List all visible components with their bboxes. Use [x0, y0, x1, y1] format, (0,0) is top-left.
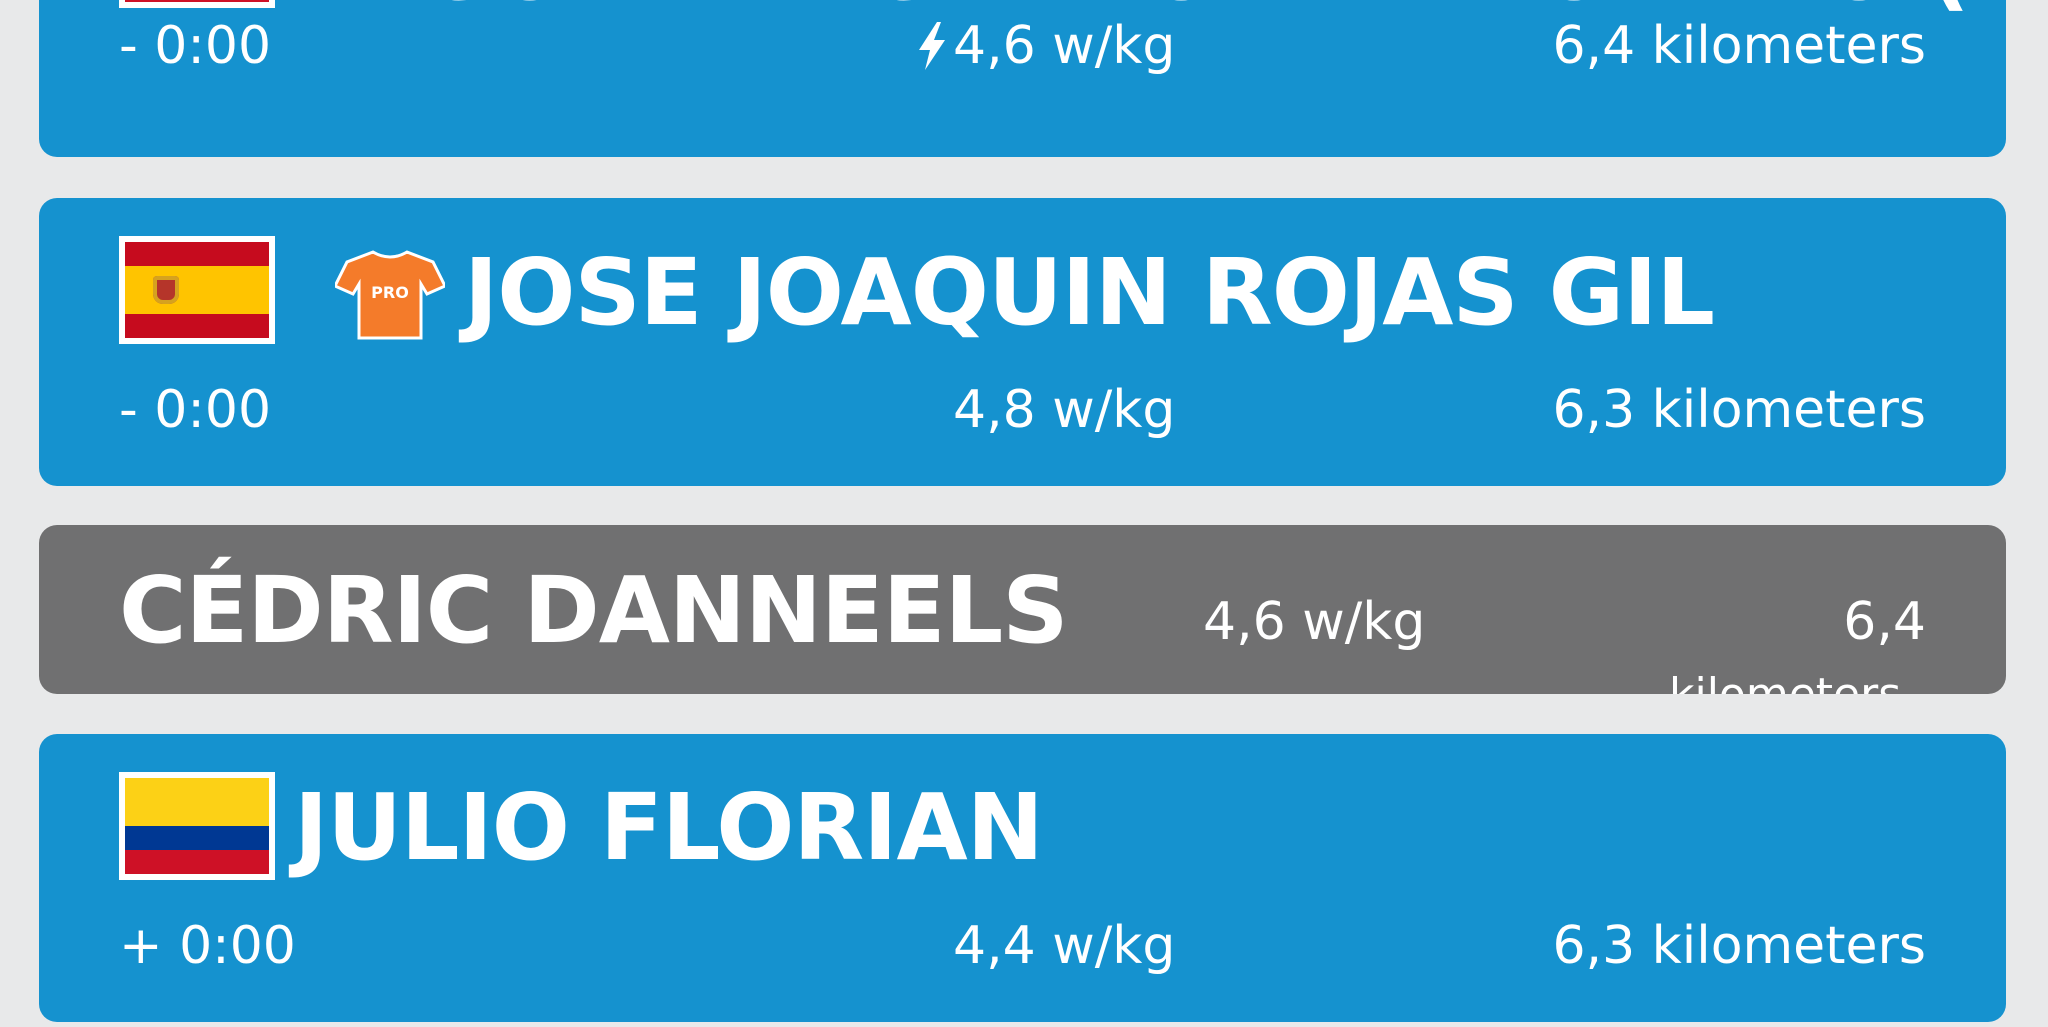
rider-distance: 6,3 kilometers: [1552, 916, 1926, 976]
rider-distance: 6,3 kilometers: [1552, 380, 1926, 440]
rider-power: 4,6 w/kg: [1203, 592, 1426, 652]
rider-card[interactable]: PRO JOSE JOAQUIN ROJAS GIL - 0:00 4,8 w/…: [39, 198, 2006, 486]
jersey-label: PRO: [371, 283, 409, 302]
rider-power: 4,8 w/kg: [953, 380, 1176, 440]
rider-card[interactable]: MIGUEL ANGEL LOPEZ MORENO (ADE - 0:00 4,…: [39, 0, 2006, 157]
rider-card-self[interactable]: CÉDRIC DANNEELS 4,6 w/kg 6,4 kilometers: [39, 525, 2006, 694]
rider-card[interactable]: JULIO FLORIAN + 0:00 4,4 w/kg 6,3 kilome…: [39, 734, 2006, 1022]
colombia-flag: [119, 772, 275, 880]
lightning-icon: [919, 22, 945, 70]
rider-distance: 6,4: [1843, 592, 1926, 652]
rider-name: JOSE JOAQUIN ROJAS GIL: [464, 239, 1715, 346]
pro-jersey-icon: PRO: [335, 250, 445, 340]
rider-name: MIGUEL ANGEL LOPEZ MORENO (ADE: [294, 0, 2006, 14]
spain-flag: [119, 236, 275, 344]
rider-gap: - 0:00: [119, 380, 272, 440]
rider-name: JULIO FLORIAN: [294, 774, 1044, 881]
rider-distance: 6,4 kilometers: [1552, 16, 1926, 76]
rider-power: 4,6 w/kg: [953, 16, 1176, 76]
rider-gap: - 0:00: [119, 16, 272, 76]
spain-coat-of-arms-icon: [153, 276, 179, 304]
colombia-flag: [119, 0, 275, 8]
rider-gap: + 0:00: [119, 916, 296, 976]
rider-name: CÉDRIC DANNEELS: [119, 557, 1068, 664]
rider-power: 4,4 w/kg: [953, 916, 1176, 976]
rider-distance-unit: kilometers: [1669, 673, 1901, 695]
